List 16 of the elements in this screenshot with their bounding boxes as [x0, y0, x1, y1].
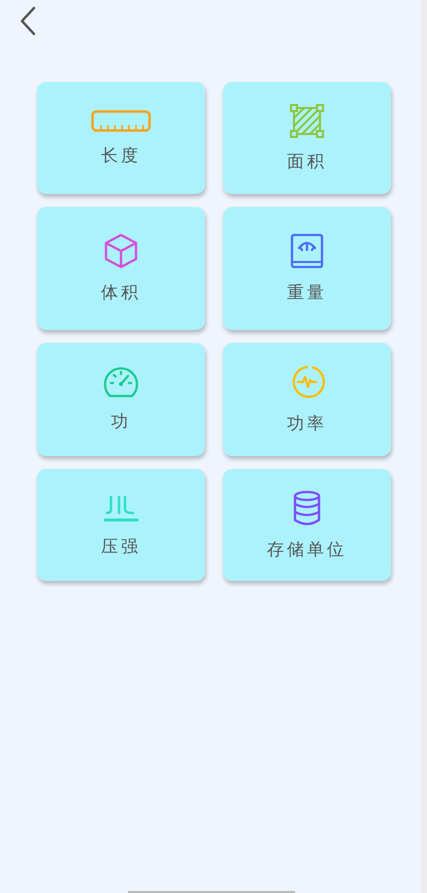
back-button[interactable]	[19, 5, 37, 37]
unit-card[interactable]: 面积	[223, 82, 391, 194]
unit-card[interactable]: 重量	[223, 207, 391, 330]
unit-card[interactable]: 功率	[223, 343, 391, 456]
unit-card[interactable]: 长度	[37, 82, 205, 194]
chevron-left-icon	[19, 6, 37, 36]
scale-icon	[290, 233, 324, 269]
ruler-icon	[91, 110, 151, 132]
unit-card[interactable]: 存储单位	[223, 469, 391, 581]
hatched-square-icon	[290, 104, 324, 138]
unit-card[interactable]: 功	[37, 343, 205, 456]
cube-icon	[104, 233, 138, 269]
unit-card[interactable]: 体积	[37, 207, 205, 330]
unit-card[interactable]: 压强	[37, 469, 205, 581]
database-icon	[292, 490, 322, 526]
gauge-icon	[103, 366, 139, 398]
